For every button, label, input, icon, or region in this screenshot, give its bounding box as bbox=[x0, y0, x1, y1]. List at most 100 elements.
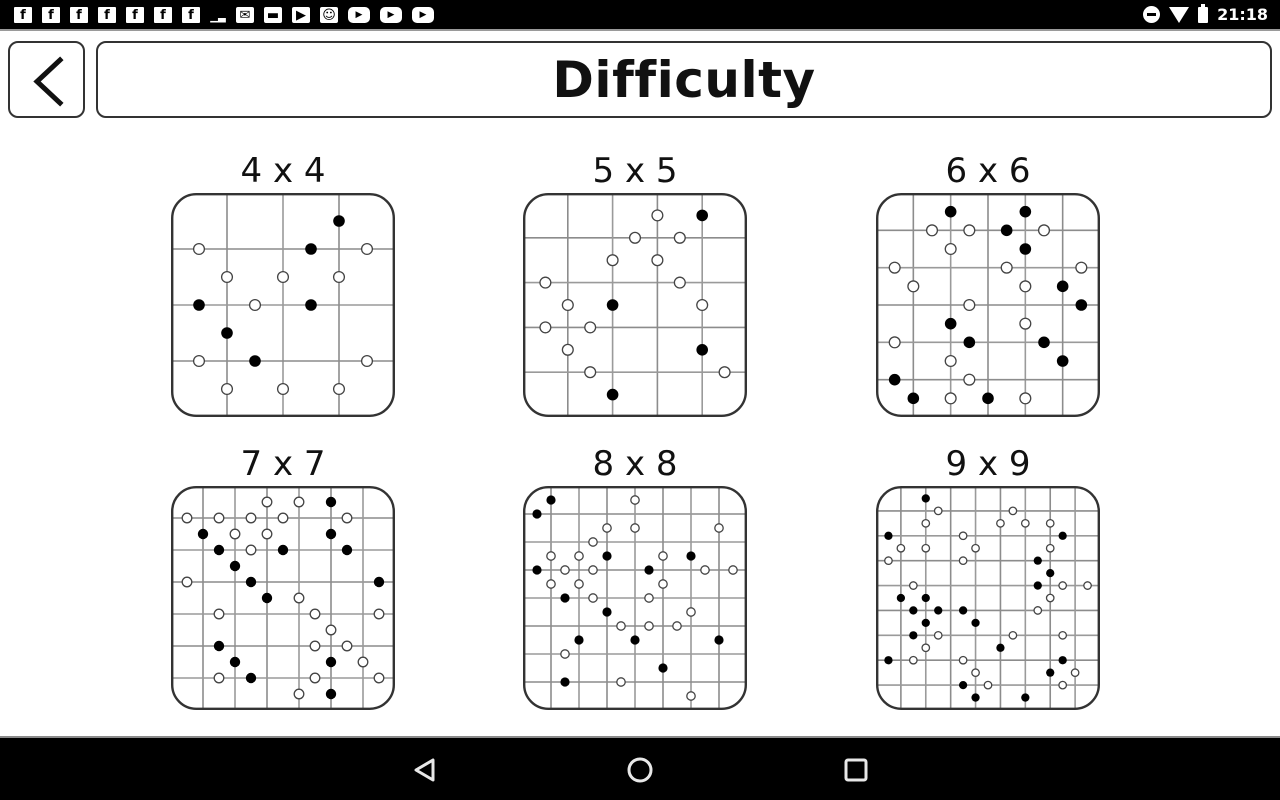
white-pearl bbox=[220, 270, 234, 284]
black-pearl bbox=[1056, 280, 1069, 293]
facebook-icon: f bbox=[182, 7, 200, 23]
white-pearl bbox=[963, 373, 976, 386]
white-pearl bbox=[309, 640, 321, 652]
white-pearl bbox=[958, 531, 968, 541]
level-label: 9 x 9 bbox=[945, 444, 1031, 484]
white-pearl bbox=[630, 523, 640, 533]
black-pearl bbox=[1000, 224, 1013, 237]
puzzle-preview[interactable] bbox=[523, 486, 747, 710]
white-pearl bbox=[341, 512, 353, 524]
battery-icon bbox=[1198, 3, 1209, 23]
black-pearl bbox=[714, 635, 724, 645]
white-pearl bbox=[248, 298, 262, 312]
white-pearl bbox=[574, 579, 584, 589]
puzzle-preview[interactable] bbox=[171, 193, 395, 417]
black-pearl bbox=[934, 606, 943, 615]
white-pearl bbox=[546, 551, 556, 561]
white-pearl bbox=[921, 543, 931, 553]
white-pearl bbox=[884, 556, 893, 566]
level-label: 6 x 6 bbox=[945, 151, 1031, 191]
white-pearl bbox=[696, 298, 709, 312]
black-pearl bbox=[325, 528, 337, 540]
white-pearl bbox=[888, 336, 901, 349]
white-pearl bbox=[1058, 630, 1068, 640]
white-pearl bbox=[1008, 630, 1018, 640]
white-pearl bbox=[181, 576, 193, 588]
white-pearl bbox=[728, 565, 738, 575]
black-pearl bbox=[1021, 693, 1030, 702]
white-pearl bbox=[293, 688, 305, 700]
black-pearl bbox=[560, 677, 570, 687]
white-pearl bbox=[213, 512, 225, 524]
black-pearl bbox=[560, 593, 570, 603]
black-pearl bbox=[305, 299, 317, 311]
black-pearl bbox=[277, 544, 289, 556]
black-pearl bbox=[305, 243, 317, 255]
nav-home-button[interactable] bbox=[620, 752, 660, 788]
white-pearl bbox=[546, 579, 556, 589]
nav-recents-button[interactable] bbox=[836, 752, 876, 788]
white-pearl bbox=[1058, 680, 1068, 690]
puzzle-preview[interactable] bbox=[876, 193, 1100, 417]
white-pearl bbox=[658, 551, 668, 561]
white-pearl bbox=[933, 630, 943, 640]
black-pearl bbox=[602, 607, 612, 617]
black-pearl bbox=[921, 593, 930, 603]
level-label: 5 x 5 bbox=[592, 151, 678, 191]
white-pearl bbox=[1020, 518, 1030, 528]
black-pearl bbox=[249, 355, 261, 367]
white-pearl bbox=[718, 366, 731, 379]
black-pearl bbox=[1046, 568, 1055, 578]
black-pearl bbox=[574, 635, 584, 645]
white-pearl bbox=[261, 528, 273, 540]
puzzle-preview[interactable] bbox=[523, 193, 747, 417]
message-icon: ▬ bbox=[264, 7, 282, 23]
black-pearl bbox=[982, 392, 994, 405]
white-pearl bbox=[373, 608, 385, 620]
black-pearl bbox=[1033, 556, 1042, 565]
white-pearl bbox=[958, 556, 968, 566]
white-pearl bbox=[971, 668, 980, 678]
puzzle-preview[interactable] bbox=[876, 486, 1100, 710]
white-pearl bbox=[277, 512, 289, 524]
black-pearl bbox=[532, 509, 542, 519]
black-pearl bbox=[971, 618, 980, 628]
status-bar: f f f f f f f ▁▃ ✉ ▬ ▶ ☺ ▶ ▶ ▶ 21:18 bbox=[0, 0, 1280, 31]
facebook-icon: f bbox=[154, 7, 172, 23]
nav-home-icon bbox=[627, 757, 653, 783]
black-pearl bbox=[907, 392, 920, 405]
puzzle-preview[interactable] bbox=[171, 486, 395, 710]
black-pearl bbox=[333, 215, 345, 227]
white-pearl bbox=[1045, 543, 1055, 553]
white-pearl bbox=[325, 624, 337, 636]
white-pearl bbox=[1037, 224, 1051, 237]
white-pearl bbox=[276, 382, 290, 396]
nav-recents-icon bbox=[844, 758, 868, 782]
back-button[interactable] bbox=[8, 41, 85, 118]
white-pearl bbox=[958, 655, 968, 665]
white-pearl bbox=[357, 656, 369, 668]
white-pearl bbox=[925, 224, 939, 237]
white-pearl bbox=[588, 565, 598, 575]
white-pearl bbox=[574, 551, 584, 561]
level-label: 8 x 8 bbox=[592, 444, 678, 484]
black-pearl bbox=[644, 565, 654, 575]
system-status: 21:18 bbox=[1143, 3, 1268, 24]
youtube-icon: ▶ bbox=[412, 7, 434, 23]
black-pearl bbox=[213, 544, 225, 556]
black-pearl bbox=[1056, 355, 1069, 367]
white-pearl bbox=[1033, 606, 1043, 615]
white-pearl bbox=[921, 643, 931, 653]
notification-icons: f f f f f f f ▁▃ ✉ ▬ ▶ ☺ ▶ ▶ ▶ bbox=[14, 7, 434, 23]
white-pearl bbox=[658, 579, 668, 589]
black-pearl bbox=[658, 663, 668, 673]
nav-back-button[interactable] bbox=[404, 752, 444, 788]
white-pearl bbox=[373, 672, 385, 684]
white-pearl bbox=[944, 242, 957, 256]
facebook-icon: f bbox=[70, 7, 88, 23]
white-pearl bbox=[1019, 317, 1032, 330]
white-pearl bbox=[963, 224, 976, 237]
level-label: 4 x 4 bbox=[240, 151, 326, 191]
black-pearl bbox=[1058, 656, 1067, 665]
white-pearl bbox=[933, 506, 943, 516]
